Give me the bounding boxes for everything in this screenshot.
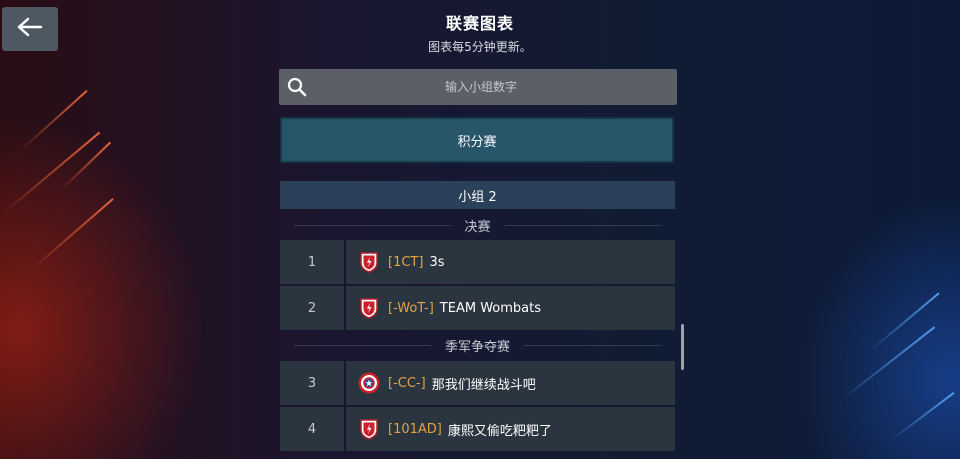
page-subtitle: 图表每5分钟更新。 [428, 40, 532, 54]
team-cell: [101AD] 康熙又偷吃粑粑了 [346, 407, 675, 451]
points-tournament-button[interactable]: 积分赛 [280, 117, 674, 163]
shield-emblem-icon [358, 418, 380, 440]
team-cell: [-CC-] 那我们继续战斗吧 [346, 361, 675, 405]
clan-tag: [-CC-] [388, 375, 426, 391]
shield-emblem-icon [358, 251, 380, 273]
table-row[interactable]: 3 [-CC-] 那我们继续战斗吧 [280, 361, 675, 405]
team-name: 那我们继续战斗吧 [431, 377, 536, 393]
page-title: 联赛图表 [445, 14, 514, 33]
rank-cell: 4 [280, 407, 344, 451]
rank-cell: 2 [280, 286, 344, 330]
search-icon[interactable] [279, 69, 315, 105]
team-cell: [-WoT-] TEAM Wombats [346, 286, 675, 330]
table-row[interactable]: 2 [-WoT-] TEAM Wombats [280, 286, 675, 330]
rank-cell: 3 [280, 361, 344, 405]
section-label-final: 决赛 [280, 214, 675, 236]
group-header: 小组 2 [280, 181, 675, 209]
search-bar [279, 69, 677, 105]
search-input[interactable] [315, 71, 647, 103]
table-row[interactable]: 4 [101AD] 康熙又偷吃粑粑了 [280, 407, 675, 451]
table-row[interactable]: 1 [1CT] 3s [280, 240, 675, 284]
clan-tag: [101AD] [388, 421, 442, 437]
scrollbar-thumb[interactable] [681, 324, 684, 370]
header: 联赛图表 图表每5分钟更新。 [0, 10, 960, 55]
team-name: 康熙又偷吃粑粑了 [447, 423, 552, 439]
team-name: 3s [429, 254, 445, 270]
clan-tag: [-WoT-] [388, 300, 434, 316]
section-label-third-place: 季军争夺赛 [280, 334, 675, 356]
shield-emblem-icon [358, 297, 380, 319]
captain-shield-icon [358, 372, 380, 394]
team-cell: [1CT] 3s [346, 240, 675, 284]
team-name: TEAM Wombats [439, 300, 541, 316]
rank-cell: 1 [280, 240, 344, 284]
clan-tag: [1CT] [388, 254, 424, 270]
